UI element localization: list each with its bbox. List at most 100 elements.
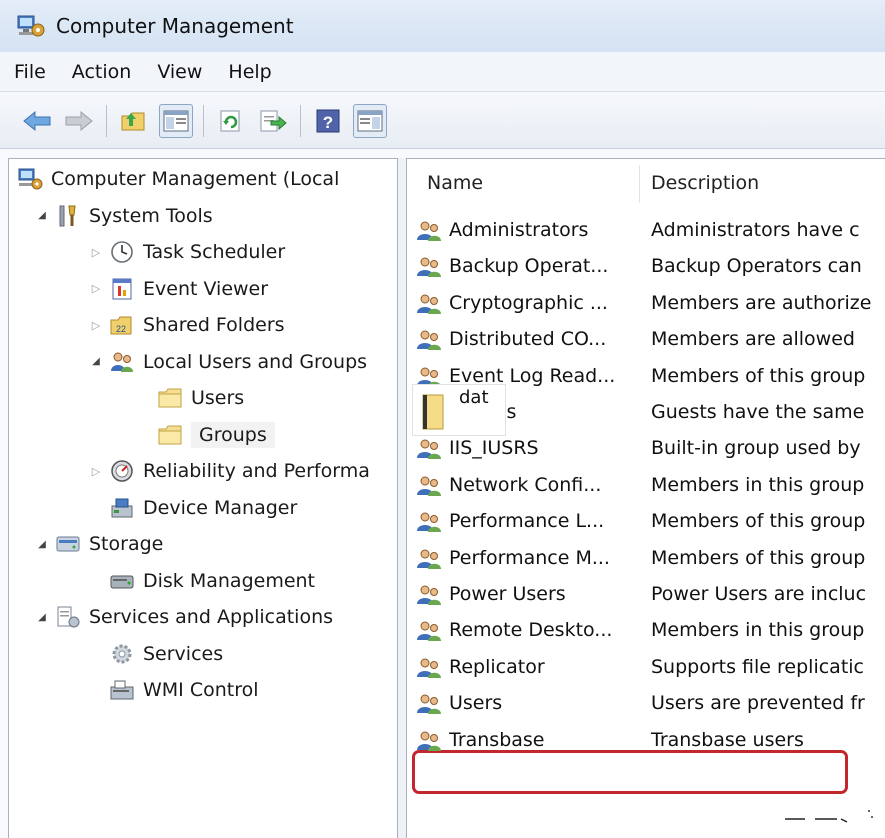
collapsed-arrow-icon[interactable]: ▷ bbox=[89, 464, 103, 478]
group-row[interactable]: Backup Operat... Backup Operators can bbox=[407, 249, 885, 285]
column-header-description[interactable]: Description bbox=[651, 159, 885, 207]
group-description: Members are allowed bbox=[651, 328, 855, 351]
help-button[interactable]: ? bbox=[311, 104, 345, 138]
column-header-name[interactable]: Name bbox=[427, 159, 637, 207]
group-row[interactable]: Distributed CO... Members are allowed bbox=[407, 322, 885, 358]
title-bar: Computer Management bbox=[0, 0, 885, 52]
toolbar-separator bbox=[203, 104, 204, 137]
group-icon bbox=[415, 546, 443, 572]
group-row[interactable]: Performance M... Members of this group bbox=[407, 541, 885, 577]
menu-file[interactable]: File bbox=[14, 61, 46, 83]
collapsed-arrow-icon[interactable]: ▷ bbox=[89, 282, 103, 296]
group-description: Members of this group bbox=[651, 546, 866, 569]
tree-item-device-manager[interactable]: Device Manager bbox=[89, 490, 297, 526]
group-icon bbox=[415, 582, 443, 608]
computer-management-icon bbox=[17, 166, 43, 192]
help-icon: ? bbox=[316, 109, 340, 132]
group-icon bbox=[415, 327, 443, 353]
console-tree-pane[interactable]: Computer Management (Local ◢ System Tools ▷… bbox=[8, 158, 398, 838]
expanded-arrow-icon[interactable]: ◢ bbox=[35, 537, 49, 551]
menu-help[interactable]: Help bbox=[228, 61, 271, 83]
action-pane-icon bbox=[357, 110, 383, 131]
tree-item-label: System Tools bbox=[89, 204, 213, 227]
show-hide-action-pane-button[interactable] bbox=[353, 103, 387, 138]
tree-item-reliability-and-performa[interactable]: ▷ Reliability and Performa bbox=[89, 453, 370, 489]
group-row[interactable]: Remote Deskto... Members in this group bbox=[407, 613, 885, 649]
refresh-button[interactable] bbox=[214, 104, 248, 138]
tree-item-groups[interactable]: Groups bbox=[137, 417, 275, 453]
back-arrow-icon bbox=[23, 110, 51, 131]
folder-up-icon bbox=[121, 112, 145, 130]
expanded-arrow-icon[interactable]: ◢ bbox=[35, 209, 49, 223]
services-apps-icon bbox=[55, 604, 81, 630]
group-row[interactable]: Performance L... Members of this group bbox=[407, 504, 885, 540]
console-tree-icon bbox=[163, 110, 189, 131]
tools-icon bbox=[55, 203, 81, 229]
tree-item-shared-folders[interactable]: ▷ 22 Shared Folders bbox=[89, 307, 285, 343]
group-row[interactable]: Replicator Supports file replicatic bbox=[407, 650, 885, 686]
group-row[interactable]: IIS_IUSRS Built-in group used by bbox=[407, 431, 885, 467]
export-list-button[interactable] bbox=[256, 104, 290, 138]
group-name: Performance L... bbox=[449, 510, 605, 533]
folder-icon bbox=[157, 422, 183, 448]
forward-arrow-icon bbox=[65, 110, 93, 131]
folder-icon bbox=[157, 385, 183, 411]
folder-icon bbox=[422, 394, 444, 430]
group-description: Guests have the same bbox=[651, 401, 865, 423]
tree-item-services-and-applications[interactable]: ◢ Services and Applications bbox=[35, 599, 333, 635]
group-row[interactable]: Transbase Transbase users bbox=[407, 723, 885, 759]
column-divider[interactable] bbox=[639, 165, 640, 203]
refresh-icon bbox=[220, 110, 240, 131]
tree-item-system-tools[interactable]: ◢ System Tools bbox=[35, 198, 213, 234]
menu-action[interactable]: Action bbox=[72, 61, 132, 83]
group-icon bbox=[415, 291, 443, 317]
group-name: Administrators bbox=[449, 219, 589, 241]
tree-item-label: Groups bbox=[191, 421, 275, 448]
tree-item-wmi-control[interactable]: WMI Control bbox=[89, 672, 259, 708]
group-row[interactable]: Users Users are prevented fr bbox=[407, 686, 885, 722]
collapsed-arrow-icon[interactable]: ▷ bbox=[89, 318, 103, 332]
menu-view[interactable]: View bbox=[157, 61, 202, 83]
performance-icon bbox=[109, 458, 135, 484]
group-description: Users are prevented fr bbox=[651, 692, 865, 715]
group-row[interactable]: Network Confi... Members in this group bbox=[407, 468, 885, 504]
group-icon bbox=[415, 728, 443, 754]
pane-splitter[interactable] bbox=[398, 158, 406, 838]
expanded-arrow-icon[interactable]: ◢ bbox=[89, 355, 103, 369]
collapsed-arrow-icon[interactable]: ▷ bbox=[89, 245, 103, 259]
up-one-level-button[interactable] bbox=[117, 104, 151, 138]
group-description: Backup Operators can bbox=[651, 255, 862, 278]
group-description: Members of this group bbox=[651, 510, 866, 533]
svg-text:22: 22 bbox=[116, 324, 126, 334]
expanded-arrow-icon[interactable]: ◢ bbox=[35, 610, 49, 624]
tree-item-label: Shared Folders bbox=[143, 314, 285, 336]
tree-item-computer-management-local[interactable]: Computer Management (Local bbox=[17, 161, 339, 197]
tree-item-event-viewer[interactable]: ▷ Event Viewer bbox=[89, 271, 268, 307]
drag-tooltip: dat bbox=[412, 384, 506, 436]
back-button[interactable] bbox=[20, 104, 54, 138]
group-name: Network Confi... bbox=[449, 473, 602, 496]
tree-item-storage[interactable]: ◢ Storage bbox=[35, 526, 163, 562]
tree-item-services[interactable]: Services bbox=[89, 636, 223, 672]
forward-button[interactable] bbox=[62, 104, 96, 138]
tree-item-task-scheduler[interactable]: ▷ Task Scheduler bbox=[89, 234, 285, 270]
group-row[interactable]: Power Users Power Users are incluc bbox=[407, 577, 885, 613]
tree-item-local-users-and-groups[interactable]: ◢ Local Users and Groups bbox=[89, 344, 367, 380]
computer-management-icon bbox=[17, 15, 45, 37]
toolbar: ? bbox=[0, 93, 885, 149]
group-row[interactable]: Administrators Administrators have c bbox=[407, 213, 885, 249]
group-name: Distributed CO... bbox=[449, 328, 607, 351]
tree-item-label: Services and Applications bbox=[89, 606, 334, 628]
show-hide-console-tree-button[interactable] bbox=[159, 103, 193, 138]
tree-item-users[interactable]: Users bbox=[137, 380, 244, 416]
groups-list-pane[interactable]: Name Description Administrators Administr… bbox=[406, 158, 885, 838]
gear-icon bbox=[109, 641, 135, 667]
computer-management-window: Computer Management File Action View Hel… bbox=[0, 0, 885, 838]
device-manager-icon bbox=[109, 495, 135, 521]
tree-item-disk-management[interactable]: Disk Management bbox=[89, 563, 315, 599]
group-row[interactable]: Cryptographic ... Members are authorize bbox=[407, 286, 885, 322]
group-icon bbox=[415, 509, 443, 535]
tree-item-label: Task Scheduler bbox=[143, 241, 286, 263]
group-description: Supports file replicatic bbox=[651, 655, 864, 678]
group-description: Members in this group bbox=[651, 473, 865, 496]
